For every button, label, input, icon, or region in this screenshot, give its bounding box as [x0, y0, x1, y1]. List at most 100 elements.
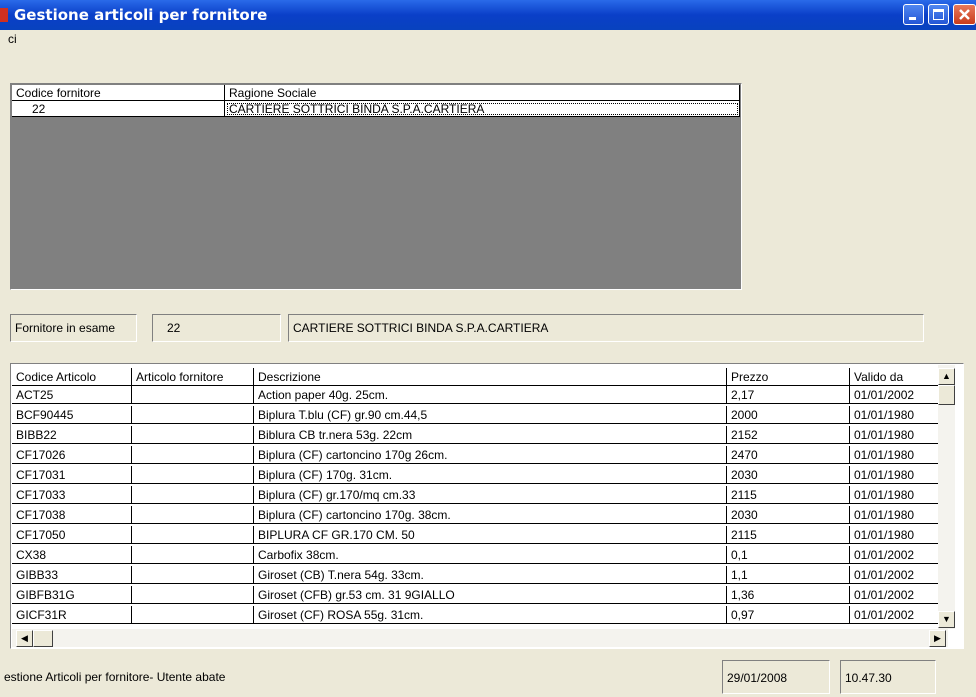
suppliers-grid[interactable]: Codice fornitore Ragione Sociale 22 CART… — [10, 83, 742, 290]
cell-prezzo[interactable]: 2115 — [727, 486, 850, 504]
cell-prezzo[interactable]: 2000 — [727, 406, 850, 424]
cell-articolo-fornitore[interactable] — [132, 446, 254, 464]
cell-valido-da[interactable]: 01/01/1980 — [850, 506, 948, 524]
cell-codice-articolo[interactable]: GIBFB31G — [12, 586, 132, 604]
cell-codice-articolo[interactable]: CF17038 — [12, 506, 132, 524]
cell-codice-articolo[interactable]: CF17033 — [12, 486, 132, 504]
cell-codice-articolo[interactable]: BIBB22 — [12, 426, 132, 444]
app-icon[interactable] — [0, 8, 8, 22]
cell-articolo-fornitore[interactable] — [132, 606, 254, 624]
scroll-right-button[interactable]: ▶ — [929, 630, 946, 647]
cell-codice-articolo[interactable]: CX38 — [12, 546, 132, 564]
table-row[interactable]: BIBB22 Biblura CB tr.nera 53g. 22cm 2152 01… — [12, 426, 948, 444]
table-row[interactable]: CF17031 Biplura (CF) 170g. 31cm. 2030 01/01… — [12, 466, 948, 484]
cell-valido-da[interactable]: 01/01/1980 — [850, 486, 948, 504]
cell-codice-articolo[interactable]: ACT25 — [12, 386, 132, 404]
cell-articolo-fornitore[interactable] — [132, 526, 254, 544]
cell-codice-fornitore[interactable]: 22 — [12, 101, 225, 117]
cell-valido-da[interactable]: 01/01/2002 — [850, 546, 948, 564]
table-row[interactable]: CX38 Carbofix 38cm. 0,1 01/01/2002 — [12, 546, 948, 564]
cell-articolo-fornitore[interactable] — [132, 566, 254, 584]
maximize-icon — [933, 9, 944, 20]
column-header-descrizione[interactable]: Descrizione — [254, 368, 727, 386]
column-header-articolo-fornitore[interactable]: Articolo fornitore — [132, 368, 254, 386]
menu-bar: ci — [0, 30, 976, 48]
cell-valido-da[interactable]: 01/01/2002 — [850, 586, 948, 604]
cell-prezzo[interactable]: 2115 — [727, 526, 850, 544]
table-row[interactable]: CF17038 Biplura (CF) cartoncino 170g. 38c… — [12, 506, 948, 524]
cell-codice-articolo[interactable]: GIBB33 — [12, 566, 132, 584]
articles-grid[interactable]: Codice Articolo Articolo fornitore Descr… — [10, 363, 964, 649]
cell-valido-da[interactable]: 01/01/1980 — [850, 426, 948, 444]
cell-articolo-fornitore[interactable] — [132, 506, 254, 524]
table-row[interactable]: GIBFB31G Giroset (CFB) gr.53 cm. 31 9GIAL… — [12, 586, 948, 604]
cell-prezzo[interactable]: 0,97 — [727, 606, 850, 624]
cell-prezzo[interactable]: 2030 — [727, 506, 850, 524]
cell-descrizione[interactable]: Biplura (CF) cartoncino 170g 26cm. — [254, 446, 727, 464]
horizontal-scroll-thumb[interactable] — [33, 630, 53, 647]
column-header-codice-fornitore[interactable]: Codice fornitore — [12, 85, 225, 101]
cell-prezzo[interactable]: 1,1 — [727, 566, 850, 584]
cell-descrizione[interactable]: Biblura CB tr.nera 53g. 22cm — [254, 426, 727, 444]
cell-valido-da[interactable]: 01/01/1980 — [850, 406, 948, 424]
cell-descrizione[interactable]: Giroset (CFB) gr.53 cm. 31 9GIALLO — [254, 586, 727, 604]
cell-codice-articolo[interactable]: CF17050 — [12, 526, 132, 544]
table-row[interactable]: ACT25 Action paper 40g. 25cm. 2,17 01/01/20… — [12, 386, 948, 404]
cell-valido-da[interactable]: 01/01/1980 — [850, 446, 948, 464]
cell-descrizione[interactable]: Biplura (CF) 170g. 31cm. — [254, 466, 727, 484]
column-header-valido-da[interactable]: Valido da — [850, 368, 948, 386]
cell-prezzo[interactable]: 0,1 — [727, 546, 850, 564]
table-row[interactable]: CF17050 BIPLURA CF GR.170 CM. 50 2115 01/01… — [12, 526, 948, 544]
cell-articolo-fornitore[interactable] — [132, 466, 254, 484]
cell-codice-articolo[interactable]: BCF90445 — [12, 406, 132, 424]
column-header-ragione-sociale[interactable]: Ragione Sociale — [225, 85, 740, 101]
cell-articolo-fornitore[interactable] — [132, 386, 254, 404]
cell-prezzo[interactable]: 2,17 — [727, 386, 850, 404]
table-row[interactable]: CF17026 Biplura (CF) cartoncino 170g 26cm… — [12, 446, 948, 464]
cell-articolo-fornitore[interactable] — [132, 426, 254, 444]
cell-ragione-sociale[interactable]: CARTIERE SOTTRICI BINDA S.P.A.CARTIERA — [225, 101, 740, 117]
scroll-down-button[interactable]: ▼ — [938, 611, 955, 628]
column-header-prezzo[interactable]: Prezzo — [727, 368, 850, 386]
cell-articolo-fornitore[interactable] — [132, 546, 254, 564]
maximize-button[interactable] — [928, 4, 949, 25]
scroll-left-button[interactable]: ◀ — [16, 630, 33, 647]
cell-descrizione[interactable]: Biplura (CF) cartoncino 170g. 38cm. — [254, 506, 727, 524]
cell-prezzo[interactable]: 1,36 — [727, 586, 850, 604]
cell-descrizione[interactable]: Biplura T.blu (CF) gr.90 cm.44,5 — [254, 406, 727, 424]
cell-descrizione[interactable]: Biplura (CF) gr.170/mq cm.33 — [254, 486, 727, 504]
cell-descrizione[interactable]: BIPLURA CF GR.170 CM. 50 — [254, 526, 727, 544]
cell-codice-articolo[interactable]: CF17031 — [12, 466, 132, 484]
cell-codice-articolo[interactable]: GICF31R — [12, 606, 132, 624]
minimize-icon — [909, 17, 916, 20]
cell-valido-da[interactable]: 01/01/2002 — [850, 386, 948, 404]
column-header-codice-articolo[interactable]: Codice Articolo — [12, 368, 132, 386]
cell-articolo-fornitore[interactable] — [132, 486, 254, 504]
table-row[interactable]: BCF90445 Biplura T.blu (CF) gr.90 cm.44,5… — [12, 406, 948, 424]
cell-codice-articolo[interactable]: CF17026 — [12, 446, 132, 464]
horizontal-scrollbar[interactable]: ◀ ▶ — [12, 629, 948, 647]
cell-descrizione[interactable]: Giroset (CF) ROSA 55g. 31cm. — [254, 606, 727, 624]
table-row[interactable]: GICF31R Giroset (CF) ROSA 55g. 31cm. 0,97 0… — [12, 606, 948, 624]
cell-valido-da[interactable]: 01/01/1980 — [850, 466, 948, 484]
cell-descrizione[interactable]: Carbofix 38cm. — [254, 546, 727, 564]
vertical-scroll-thumb[interactable] — [938, 385, 955, 405]
vertical-scrollbar[interactable]: ▲ ▼ — [938, 365, 955, 629]
cell-articolo-fornitore[interactable] — [132, 406, 254, 424]
table-row[interactable]: 22 CARTIERE SOTTRICI BINDA S.P.A.CARTIER… — [12, 101, 740, 117]
cell-prezzo[interactable]: 2030 — [727, 466, 850, 484]
cell-prezzo[interactable]: 2152 — [727, 426, 850, 444]
minimize-button[interactable] — [903, 4, 924, 25]
cell-articolo-fornitore[interactable] — [132, 586, 254, 604]
table-row[interactable]: GIBB33 Giroset (CB) T.nera 54g. 33cm. 1,1 0… — [12, 566, 948, 584]
cell-descrizione[interactable]: Action paper 40g. 25cm. — [254, 386, 727, 404]
cell-valido-da[interactable]: 01/01/2002 — [850, 566, 948, 584]
cell-prezzo[interactable]: 2470 — [727, 446, 850, 464]
close-button[interactable] — [953, 4, 976, 25]
cell-valido-da[interactable]: 01/01/2002 — [850, 606, 948, 624]
menu-item[interactable]: ci — [8, 32, 17, 46]
table-row[interactable]: CF17033 Biplura (CF) gr.170/mq cm.33 2115 0… — [12, 486, 948, 504]
cell-valido-da[interactable]: 01/01/1980 — [850, 526, 948, 544]
cell-descrizione[interactable]: Giroset (CB) T.nera 54g. 33cm. — [254, 566, 727, 584]
scroll-up-button[interactable]: ▲ — [938, 368, 955, 385]
